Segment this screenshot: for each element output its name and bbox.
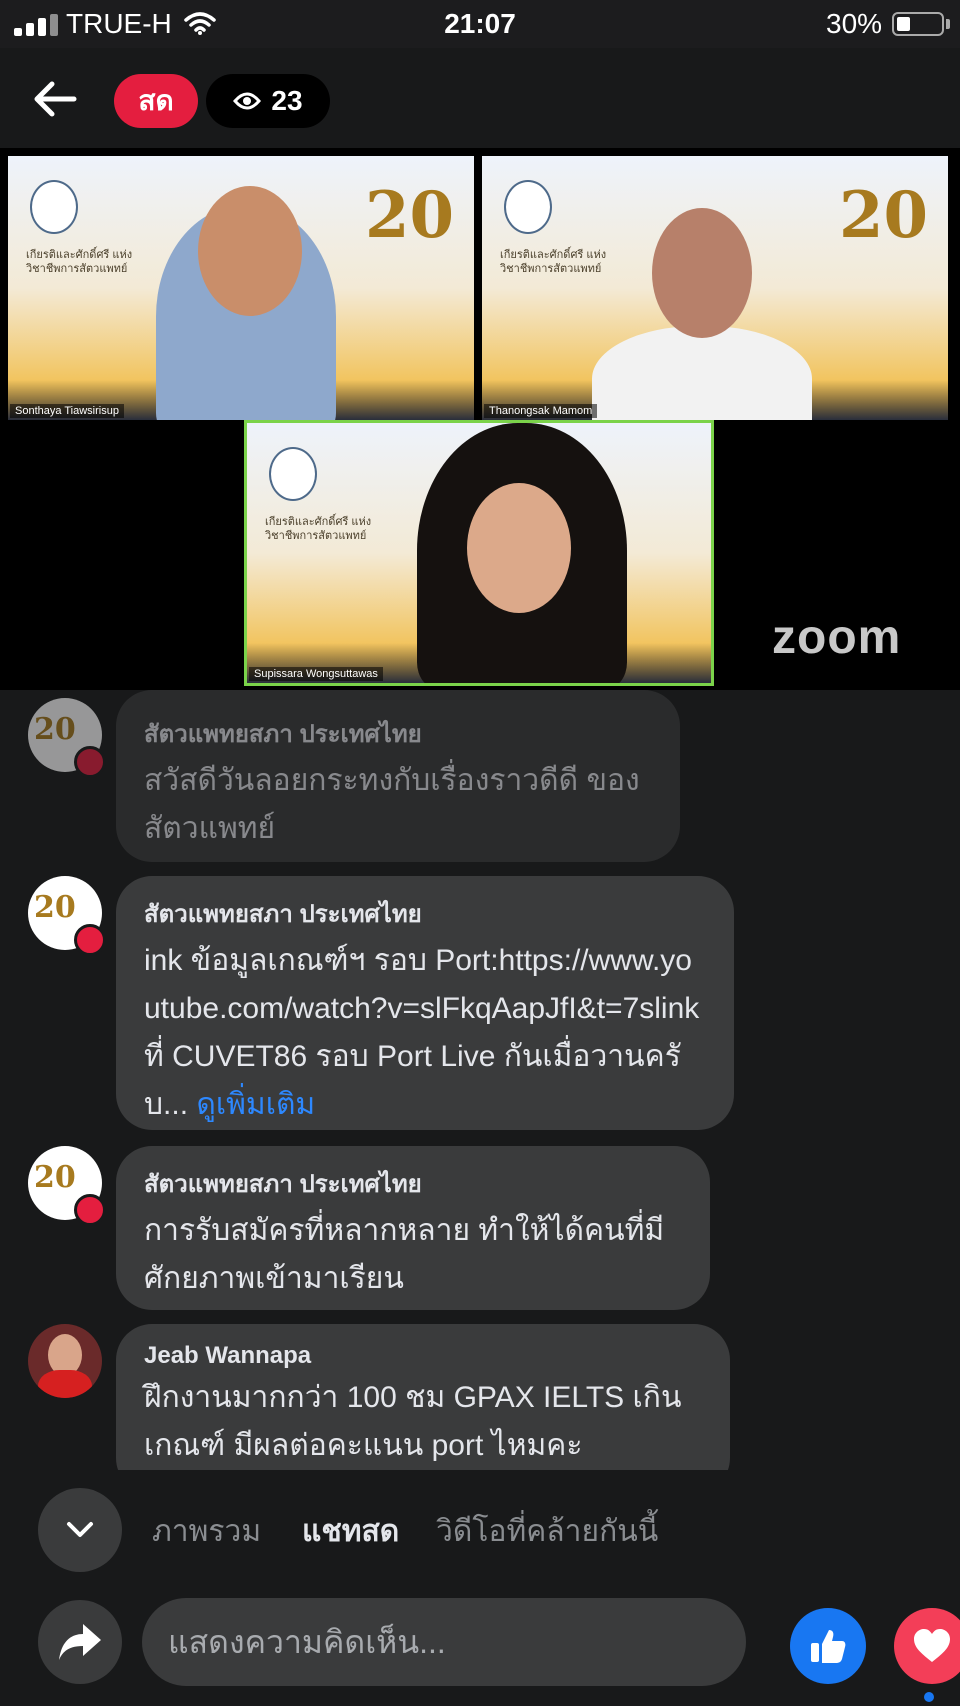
battery-percent: 30% (826, 8, 883, 39)
anniversary-logo: 20 (838, 178, 928, 253)
avatar-logo: 20 (34, 890, 76, 925)
video-tabs: ภาพรวม แชทสด วิดีโอที่คล้ายกันนี้ (0, 1470, 960, 1580)
share-icon (59, 1624, 101, 1660)
comment-input[interactable] (142, 1598, 746, 1686)
back-arrow-icon (34, 81, 77, 117)
council-logo (504, 180, 552, 234)
participant-face (198, 186, 302, 316)
live-header: สด 23 (0, 48, 960, 148)
chat-author[interactable]: Jeab Wannapa (144, 1342, 702, 1370)
participant-figure (592, 326, 812, 420)
chat-text: การรับสมัครที่หลากหลาย ทำให้ได้คนที่มีศั… (144, 1214, 665, 1295)
back-button[interactable] (28, 74, 88, 124)
zoom-logo: zoom (772, 611, 902, 664)
clock: 21:07 (444, 8, 516, 39)
participant-face (652, 208, 752, 338)
live-chat[interactable]: 20 สัตวแพทยสภา ประเทศไทย สวัสดีวันลอยกระ… (0, 690, 960, 1470)
tab-overview[interactable]: ภาพรวม (152, 1508, 261, 1555)
chat-bubble[interactable]: สัตวแพทยสภา ประเทศไทย ink ข้อมูลเกณฑ์ฯ ร… (116, 876, 734, 1130)
collapse-button[interactable] (38, 1488, 122, 1572)
chat-author[interactable]: สัตวแพทยสภา ประเทศไทย (144, 714, 652, 753)
love-button[interactable] (894, 1608, 960, 1684)
chat-text: ฝึกงานมากกว่า 100 ชม GPAX IELTS เกินเกณฑ… (144, 1381, 682, 1462)
chat-bubble[interactable]: สัตวแพทยสภา ประเทศไทย สวัสดีวันลอยกระทงก… (116, 690, 680, 862)
battery-tip (946, 19, 950, 29)
council-logo (30, 180, 78, 234)
viewer-count: 23 (271, 85, 303, 116)
chat-author[interactable]: สัตวแพทยสภา ประเทศไทย (144, 894, 706, 933)
participant-name: Thanongsak Mamom (484, 404, 598, 418)
live-badge: สด (114, 74, 198, 128)
comment-composer (0, 1580, 960, 1706)
love-icon (914, 1629, 950, 1662)
eye-icon (233, 92, 262, 110)
live-indicator-icon (74, 924, 106, 956)
live-label: สด (138, 85, 174, 116)
chat-text: สวัสดีวันลอยกระทงกับเรื่องราวดีดี ของสัต… (144, 764, 640, 845)
anniversary-logo: 20 (364, 178, 454, 253)
avatar[interactable] (28, 1324, 102, 1398)
live-video[interactable]: เกียรติและศักดิ์ศรี แห่งวิชาชีพการสัตวแพ… (0, 148, 960, 690)
viewer-count-badge: 23 (206, 74, 330, 128)
backdrop-text: เกียรติและศักดิ์ศรี แห่งวิชาชีพการสัตวแพ… (500, 249, 607, 275)
tab-similar-videos[interactable]: วิดีโอที่คล้ายกันนี้ (436, 1508, 658, 1555)
live-indicator-icon (74, 746, 106, 778)
backdrop-text: เกียรติและศักดิ์ศรี แห่งวิชาชีพการสัตวแพ… (265, 516, 372, 542)
like-button[interactable] (790, 1608, 866, 1684)
see-more-link[interactable]: ดูเพิ่มเติม (196, 1088, 315, 1121)
live-indicator-icon (74, 1194, 106, 1226)
chevron-down-icon (67, 1522, 93, 1537)
avatar-logo: 20 (34, 1160, 76, 1195)
participant-name: Sonthaya Tiawsirisup (10, 404, 124, 418)
participant-tile: เกียรติและศักดิ์ศรี แห่งวิชาชีพการสัตวแพ… (8, 156, 474, 420)
tab-live-chat[interactable]: แชทสด (302, 1508, 399, 1555)
chat-author[interactable]: สัตวแพทยสภา ประเทศไทย (144, 1164, 682, 1203)
chat-bubble[interactable]: Jeab Wannapa ฝึกงานมากกว่า 100 ชม GPAX I… (116, 1324, 730, 1470)
battery-level (897, 17, 910, 31)
reaction-indicator (924, 1692, 934, 1702)
council-logo (269, 447, 317, 501)
chat-bubble[interactable]: สัตวแพทยสภา ประเทศไทย การรับสมัครที่หลาก… (116, 1146, 710, 1310)
active-speaker-tile: เกียรติและศักดิ์ศรี แห่งวิชาชีพการสัตวแพ… (244, 420, 714, 686)
participant-tile: เกียรติและศักดิ์ศรี แห่งวิชาชีพการสัตวแพ… (482, 156, 948, 420)
like-icon (811, 1630, 846, 1663)
chat-text: ink ข้อมูลเกณฑ์ฯ รอบ Port:https://www.yo… (144, 937, 706, 1129)
participant-name: Supissara Wongsuttawas (249, 667, 383, 681)
share-button[interactable] (38, 1600, 122, 1684)
avatar-photo-body (38, 1370, 92, 1398)
status-bar: TRUE-H 21:07 30% (0, 0, 960, 48)
battery-icon (892, 12, 944, 36)
participant-face (467, 483, 571, 613)
backdrop-text: เกียรติและศักดิ์ศรี แห่งวิชาชีพการสัตวแพ… (26, 249, 133, 275)
avatar-logo: 20 (34, 712, 76, 747)
